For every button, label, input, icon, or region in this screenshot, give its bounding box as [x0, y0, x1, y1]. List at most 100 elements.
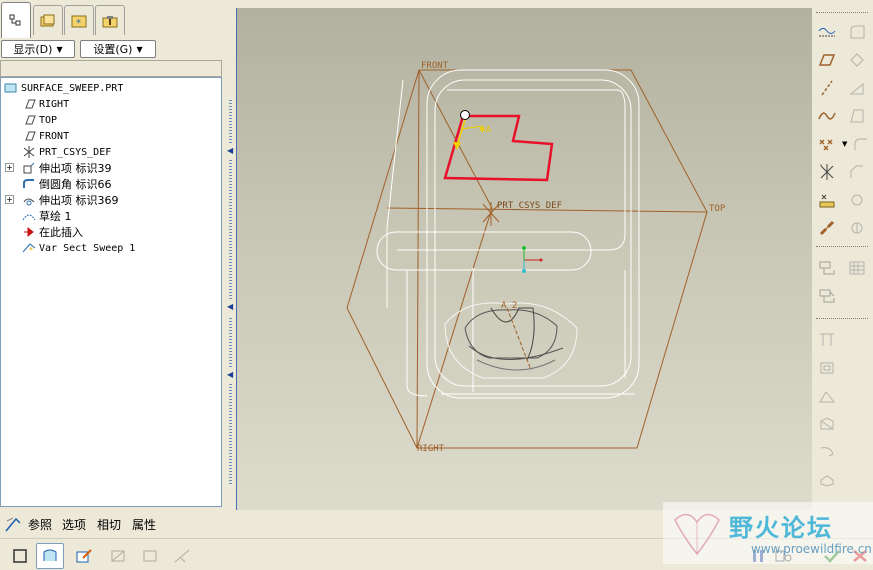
collapse-arrow-icon[interactable]: ◀	[227, 370, 233, 379]
start-point-handle[interactable]	[460, 110, 470, 120]
datum-plane-front[interactable]	[346, 69, 708, 449]
offset-icon	[820, 333, 834, 346]
flatten-tool-button[interactable]	[814, 468, 840, 492]
tree-menu-bar: 显示(D) ▼ 设置(G) ▼	[0, 38, 224, 60]
extrude-icon	[21, 161, 37, 175]
warp-icon	[820, 417, 834, 430]
svg-text:✱A: ✱A	[479, 125, 492, 134]
extrude-tool-button[interactable]	[844, 216, 870, 240]
sketch-section-button[interactable]	[70, 543, 98, 569]
tree-item-round-66[interactable]: 倒圆角 标识66	[21, 176, 112, 192]
tree-item-label: RIGHT	[39, 98, 70, 110]
offset-tool-button[interactable]	[814, 328, 840, 352]
tree-item-right-plane[interactable]: RIGHT	[21, 96, 69, 112]
tree-item-var-sect-sweep[interactable]: * Var Sect Sweep 1	[21, 240, 135, 256]
datum-point-button[interactable]	[814, 132, 840, 156]
dropdown-arrow-icon: ▼	[136, 44, 143, 54]
merge-tool-button[interactable]	[814, 256, 840, 280]
trim-tool-button[interactable]	[814, 284, 840, 308]
splitter-grip	[229, 384, 232, 484]
svg-text:*: *	[29, 246, 33, 254]
thicken-tool-button[interactable]	[814, 356, 840, 380]
expand-icon[interactable]: +	[5, 163, 14, 172]
datum-csys-button[interactable]	[814, 160, 840, 184]
sketch-tool-icon	[818, 28, 836, 37]
tree-item-label: SURFACE_SWEEP.PRT	[21, 82, 124, 94]
surface-button[interactable]	[36, 543, 64, 569]
var-sect-sweep-icon: *	[21, 241, 37, 255]
tools-tab[interactable]	[95, 5, 125, 35]
grid-tool-button[interactable]	[844, 256, 870, 280]
rib-tool-button[interactable]	[844, 76, 870, 100]
tab-tangency[interactable]: 相切	[97, 516, 121, 533]
datum-axis-icon	[821, 80, 833, 96]
revolve-tool-icon	[851, 194, 863, 206]
hammer-folder-icon	[102, 15, 118, 27]
tree-item-label: Var Sect Sweep 1	[39, 242, 136, 254]
panel-splitter[interactable]: ◀ ◀ ◀	[225, 0, 235, 510]
coordinate-system[interactable]: PRT_CSYS_DEF	[482, 201, 562, 226]
graphics-window[interactable]: A_2 PRT_CSYS_DEF ✱A FRONT TOP RIGHT	[236, 8, 812, 510]
more-arrow-icon[interactable]: ▼	[842, 140, 847, 148]
tab-properties[interactable]: 属性	[132, 516, 156, 533]
expand-icon[interactable]: +	[5, 195, 14, 204]
svg-text:*: *	[76, 18, 81, 29]
layers-tab[interactable]	[33, 5, 63, 35]
section-sketch[interactable]: ✱A	[443, 110, 554, 182]
remove-material-button[interactable]	[104, 543, 132, 569]
datum-plane-icon	[21, 113, 37, 127]
splitter-grip	[229, 100, 232, 145]
coordinate-system-icon	[21, 145, 37, 159]
dropdown-arrow-icon: ▼	[56, 44, 63, 54]
warp-tool-button[interactable]	[814, 412, 840, 436]
tree-item-label: 伸出项 标识369	[39, 194, 119, 207]
reference-chain-button[interactable]	[814, 216, 840, 240]
tree-item-front-plane[interactable]: FRONT	[21, 128, 69, 144]
trim-button[interactable]	[168, 543, 196, 569]
settings-menu-label: 设置(G)	[93, 43, 133, 56]
extrude-icon	[21, 193, 37, 207]
thicken-icon	[143, 550, 157, 562]
model-tree-tab[interactable]	[1, 2, 31, 38]
splitter-grip	[229, 318, 232, 368]
tree-item-insert-here[interactable]: 在此插入	[21, 224, 83, 240]
show-menu-button[interactable]: 显示(D) ▼	[1, 40, 75, 58]
hole-tool-button[interactable]	[844, 20, 870, 44]
datum-axis-button[interactable]	[814, 76, 840, 100]
shell-tool-icon	[850, 53, 864, 67]
settings-menu-button[interactable]: 设置(G) ▼	[80, 40, 156, 58]
tree-item-label: PRT_CSYS_DEF	[39, 146, 112, 158]
part-wireframe[interactable]	[376, 69, 640, 399]
tree-item-top-plane[interactable]: TOP	[21, 112, 57, 128]
trim-icon	[174, 549, 190, 563]
chamfer-tool-button[interactable]	[844, 160, 870, 184]
tree-item-part[interactable]: SURFACE_SWEEP.PRT	[3, 80, 123, 96]
tree-item-extrude-369[interactable]: + 伸出项 标识369	[5, 192, 119, 208]
tree-item-label: 伸出项 标识39	[39, 162, 112, 175]
collapse-arrow-icon[interactable]: ◀	[227, 146, 233, 155]
flatten-icon	[820, 475, 834, 487]
analysis-feature-button[interactable]	[814, 188, 840, 212]
collapse-arrow-icon[interactable]: ◀	[227, 302, 233, 311]
tree-item-extrude-39[interactable]: + 伸出项 标识39	[5, 160, 112, 176]
chamfer-tool-icon	[850, 165, 863, 178]
sweep-tool-button[interactable]	[814, 440, 840, 464]
favorites-tab[interactable]: *	[64, 5, 94, 35]
folder-icon	[40, 14, 55, 26]
draft-tool-button[interactable]	[844, 104, 870, 128]
hole-tool-icon	[850, 25, 865, 39]
round-tool-button[interactable]	[848, 132, 873, 156]
thicken-button[interactable]	[136, 543, 164, 569]
solidify-tool-button[interactable]	[814, 384, 840, 408]
model-tree: SURFACE_SWEEP.PRT RIGHT TOP FRONT PRT_CS…	[0, 77, 222, 507]
tab-options[interactable]: 选项	[62, 516, 86, 533]
datum-plane-button[interactable]	[814, 48, 840, 72]
tree-item-csys[interactable]: PRT_CSYS_DEF	[21, 144, 111, 160]
sketch-tool-button[interactable]	[814, 20, 840, 44]
tab-references[interactable]: 参照	[28, 516, 52, 533]
solid-button[interactable]	[6, 543, 34, 569]
revolve-tool-button[interactable]	[844, 188, 870, 212]
tree-item-sketch-1[interactable]: 草绘 1	[21, 208, 72, 224]
datum-curve-button[interactable]	[814, 104, 840, 128]
shell-tool-button[interactable]	[844, 48, 870, 72]
